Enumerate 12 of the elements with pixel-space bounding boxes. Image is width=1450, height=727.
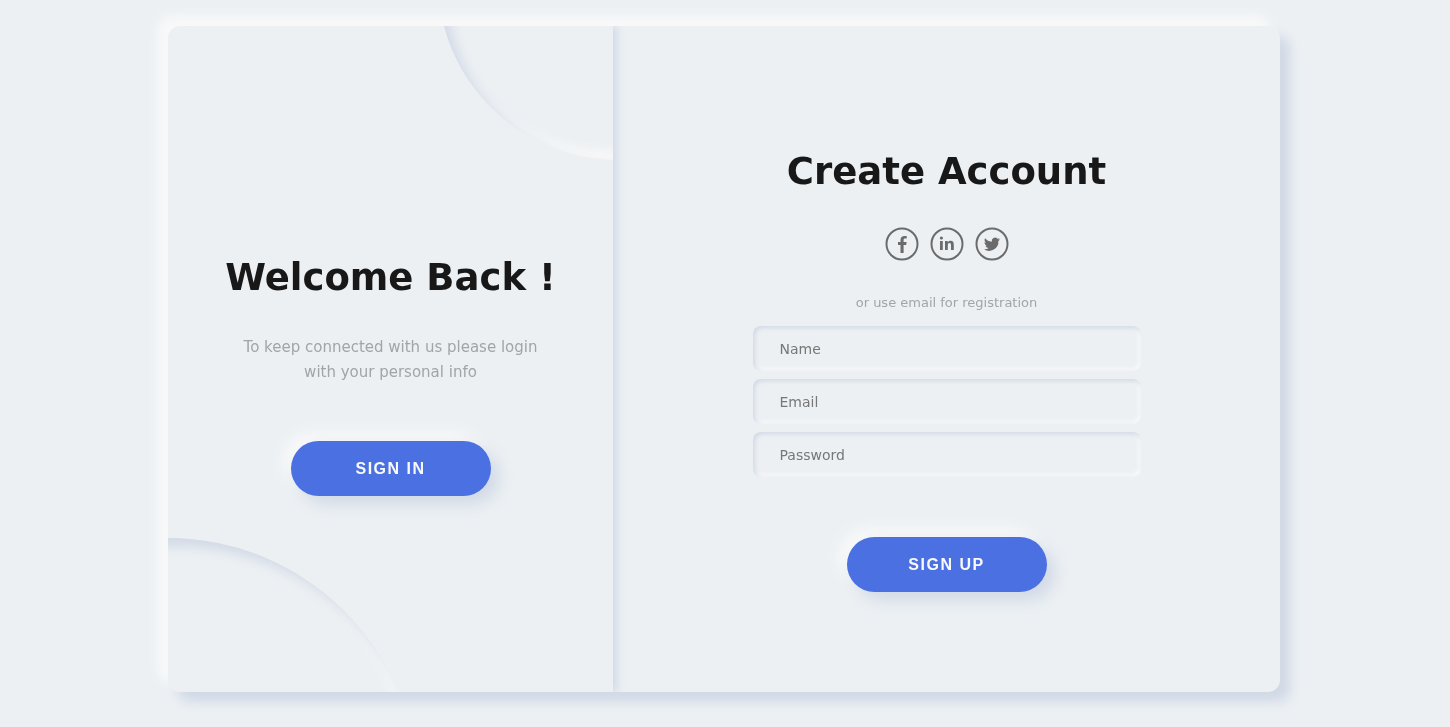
welcome-text: To keep connected with us please login with your personal info — [242, 337, 539, 383]
linkedin-icon[interactable] — [929, 227, 964, 261]
input-field[interactable]: Email — [752, 379, 1141, 424]
facebook-icon[interactable] — [884, 227, 919, 261]
registration-hint: or use email for registration — [855, 295, 1038, 310]
input-field[interactable]: Name — [752, 326, 1141, 371]
sign-up-button[interactable]: SIGN UP — [846, 537, 1047, 592]
bird-icon[interactable] — [974, 227, 1009, 261]
create-account-title: Create Account — [786, 150, 1107, 193]
welcome-title: Welcome Back ! — [225, 256, 556, 299]
input-field[interactable]: Password — [752, 432, 1141, 477]
sign-in-button[interactable]: SIGN IN — [290, 441, 491, 496]
